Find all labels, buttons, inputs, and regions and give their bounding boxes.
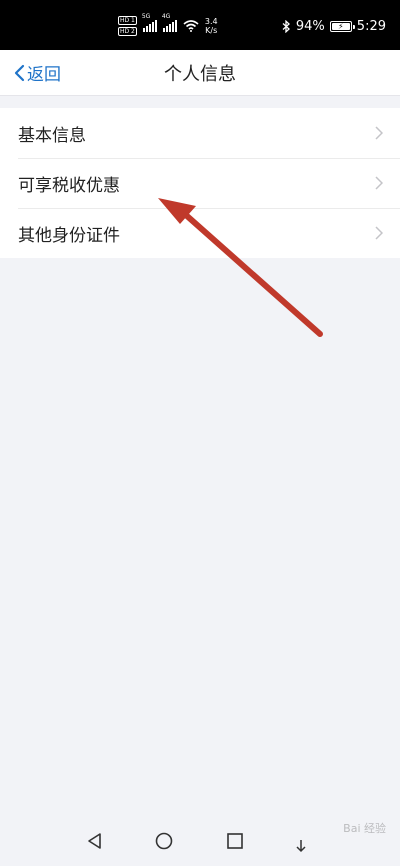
list-item-label: 可享税收优惠 <box>18 175 120 196</box>
home-circle-icon[interactable] <box>155 832 173 850</box>
battery-icon: ⚡ <box>329 21 355 32</box>
system-nav-bar <box>0 817 400 866</box>
nav-header: 返回 个人信息 <box>0 50 400 96</box>
screen: HD 1 HD 2 5G 4G 3.4 K/s 94% ⚡ 5:29 返回 个人… <box>0 0 400 866</box>
status-right-cluster: 94% ⚡ 5:29 <box>282 19 386 34</box>
sim1-badge: HD 1 <box>118 16 137 25</box>
status-left-cluster: HD 1 HD 2 5G 4G 3.4 K/s <box>118 14 218 36</box>
menu-list: 基本信息 可享税收优惠 其他身份证件 <box>0 108 400 258</box>
list-item-other-id[interactable]: 其他身份证件 <box>0 208 400 258</box>
signal-4g-label: 4G <box>161 13 171 20</box>
list-item-label: 其他身份证件 <box>18 225 120 246</box>
battery-percent: 94% <box>295 19 325 34</box>
charging-bolt-icon: ⚡ <box>337 21 344 31</box>
chevron-right-icon <box>375 226 383 240</box>
watermark: Bai 经验 <box>343 822 386 835</box>
signal-5g-icon: 5G <box>142 14 157 32</box>
list-item-tax-benefits[interactable]: 可享税收优惠 <box>0 158 400 208</box>
clock: 5:29 <box>356 19 386 34</box>
chevron-right-icon <box>375 176 383 190</box>
bluetooth-icon <box>282 20 290 33</box>
sim2-badge: HD 2 <box>118 27 137 36</box>
list-item-label: 基本信息 <box>18 125 86 146</box>
sim-badges: HD 1 HD 2 <box>118 16 137 36</box>
status-bar: HD 1 HD 2 5G 4G 3.4 K/s 94% ⚡ 5:29 <box>0 0 400 50</box>
network-speed-unit: K/s <box>205 26 218 35</box>
wifi-icon <box>183 20 199 32</box>
signal-4g-icon: 4G <box>162 14 177 32</box>
recents-square-icon[interactable] <box>226 832 244 850</box>
back-triangle-icon[interactable] <box>86 832 104 850</box>
page-title: 个人信息 <box>164 64 236 85</box>
list-item-basic-info[interactable]: 基本信息 <box>0 108 400 158</box>
network-speed: 3.4 K/s <box>205 17 218 35</box>
signal-5g-label: 5G <box>141 13 151 20</box>
chevron-right-icon <box>375 126 383 140</box>
collapse-down-icon[interactable] <box>294 839 308 853</box>
network-speed-value: 3.4 <box>204 17 218 26</box>
